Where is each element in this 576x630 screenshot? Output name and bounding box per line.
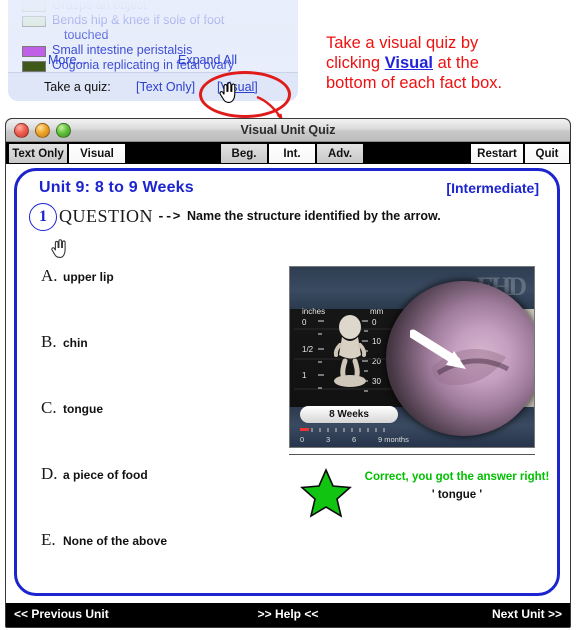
take-a-quiz-label: Take a quiz: — [44, 80, 111, 94]
timeline-tick-3: 3 — [326, 435, 331, 444]
answer-letter: B. — [41, 332, 57, 351]
question-arrow-glyph: --> — [157, 209, 181, 224]
page-title: Unit 9: 8 to 9 Weeks — [39, 179, 194, 196]
pointer-arrow-icon — [410, 329, 466, 369]
bottom-navigation-bar: << Previous Unit >> Help << Next Unit >> — [6, 603, 570, 627]
color-swatch — [22, 16, 46, 27]
fact-box: Grasps an object Bends hip & knee if sol… — [8, 0, 298, 101]
annotation-area: Grasps an object Bends hip & knee if sol… — [0, 0, 576, 121]
text-only-quiz-link[interactable]: [Text Only] — [136, 80, 195, 94]
answer-option-e[interactable]: E. None of the above — [41, 530, 271, 593]
answer-letter: C. — [41, 398, 57, 417]
annotation-line-2-before: clicking — [326, 54, 385, 72]
answer-option-b[interactable]: B. chin — [41, 332, 271, 398]
answer-list: A. upper lip B. chin C. tongue D. a piece of… — [41, 266, 271, 593]
expand-all-link[interactable]: Expand All — [178, 53, 237, 67]
answer-text: upper lip — [63, 270, 114, 284]
annotation-line-2: clicking Visual at the — [326, 53, 556, 73]
tab-text-only[interactable]: Text Only — [8, 143, 68, 164]
answer-text: tongue — [63, 402, 103, 416]
endoscopic-inset — [386, 281, 534, 436]
question-word-label: QUESTION — [59, 206, 153, 226]
window-title: Visual Unit Quiz — [240, 123, 336, 137]
timeline-tick-6: 6 — [352, 435, 357, 444]
divider — [289, 454, 535, 455]
restart-button[interactable]: Restart — [470, 143, 524, 164]
previous-unit-link[interactable]: << Previous Unit — [14, 607, 109, 621]
toolbar: Text Only Visual Beg. Int. Adv. Restart … — [6, 142, 570, 165]
answer-option-c[interactable]: C. tongue — [41, 398, 271, 464]
next-unit-link[interactable]: Next Unit >> — [492, 607, 562, 621]
window-content: Unit 9: 8 to 9 Weeks [Intermediate] 1 QU… — [6, 164, 570, 605]
question-number: 1 — [29, 203, 57, 231]
feedback-answer-text: ' tongue ' — [431, 489, 483, 501]
tab-beginner[interactable]: Beg. — [220, 143, 268, 164]
quiz-panel: Unit 9: 8 to 9 Weeks [Intermediate] 1 QU… — [14, 168, 560, 596]
annotation-text: Take a visual quiz by clicking Visual at… — [326, 33, 556, 93]
tab-intermediate[interactable]: Int. — [268, 143, 316, 164]
annotation-line-2-after: at the — [433, 54, 479, 72]
hand-cursor-icon — [219, 82, 236, 103]
list-item[interactable]: Grasps an object — [8, 0, 298, 13]
level-badge: [Intermediate] — [446, 180, 539, 196]
embryo-figure-icon — [333, 315, 367, 387]
feedback-correct-text: Correct, you got the answer right! — [364, 471, 550, 483]
answer-option-a[interactable]: A. upper lip — [41, 266, 271, 332]
annotation-line-1: Take a visual quiz by — [326, 34, 479, 52]
answer-text: a piece of food — [63, 468, 148, 482]
timeline-tick-0: 0 — [300, 435, 305, 444]
green-star-icon — [300, 468, 352, 518]
fact-label: touched — [64, 28, 109, 42]
answer-letter: E. — [41, 530, 56, 549]
list-item-continuation: touched — [8, 28, 298, 43]
window-titlebar[interactable]: Visual Unit Quiz — [6, 119, 570, 142]
annotation-visual-word: Visual — [384, 54, 433, 72]
more-link[interactable]: More... — [48, 53, 87, 67]
quiz-media-image[interactable]: EHD inches mm 0 1/2 1 0 10 20 30 8 Weeks… — [289, 266, 535, 448]
question-text: Name the structure identified by the arr… — [187, 209, 441, 223]
timeline-tick-9: 9 months — [378, 435, 409, 444]
hand-cursor-icon — [51, 239, 66, 259]
answer-option-d[interactable]: D. a piece of food — [41, 464, 271, 530]
age-pill: 8 Weeks — [300, 406, 398, 423]
application-window: Visual Unit Quiz Text Only Visual Beg. I… — [5, 118, 571, 628]
answer-text: None of the above — [63, 534, 168, 548]
help-link[interactable]: >> Help << — [258, 607, 319, 621]
tab-visual[interactable]: Visual — [68, 143, 126, 164]
answer-text: chin — [63, 336, 88, 350]
annotation-line-3: bottom of each fact box. — [326, 74, 503, 92]
fact-box-links: More... Expand All — [8, 53, 298, 70]
color-swatch — [22, 1, 46, 12]
fact-label: Bends hip & knee if sole of foot — [52, 13, 225, 27]
tab-advanced[interactable]: Adv. — [316, 143, 364, 164]
answer-letter: D. — [41, 464, 58, 483]
fact-label: Grasps an object — [52, 0, 147, 12]
quit-button[interactable]: Quit — [524, 143, 570, 164]
answer-letter: A. — [41, 266, 58, 285]
list-item[interactable]: Bends hip & knee if sole of foot — [8, 13, 298, 28]
